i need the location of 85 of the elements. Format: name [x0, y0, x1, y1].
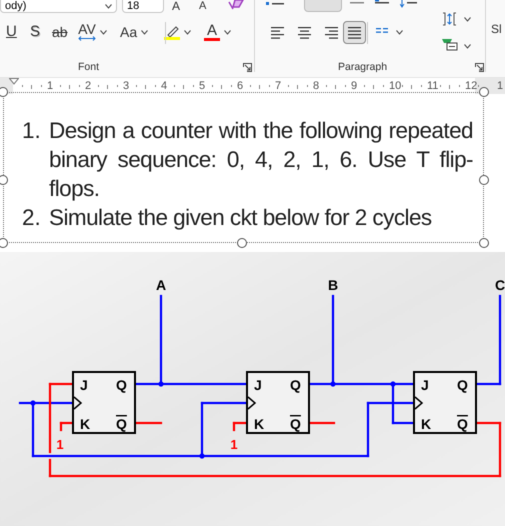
pin-label: K — [254, 416, 264, 432]
flip-flop — [413, 371, 477, 434]
ruler-number: 10 — [389, 79, 402, 93]
flip-flop — [72, 371, 136, 434]
ruler-number: 8 — [313, 79, 320, 93]
pin-label: J — [80, 377, 88, 393]
font-size-field[interactable]: 18 — [122, 0, 164, 13]
marker-icon — [165, 24, 179, 36]
align-button[interactable] — [343, 21, 366, 44]
list-number: 1. — [21, 117, 42, 145]
ruler-number: 5 — [199, 79, 206, 93]
ruler-number: 12 — [465, 79, 478, 93]
character-spacing-button[interactable]: AV — [78, 21, 107, 43]
list-icon[interactable] — [265, 0, 285, 8]
pin-label: Q — [457, 416, 468, 432]
paragraph-group-label: Paragraph — [338, 60, 388, 75]
flip-flop — [246, 371, 310, 434]
output-label: B — [328, 277, 338, 293]
ruler-number: 2 — [85, 79, 92, 93]
ruler-number: 9 — [351, 79, 358, 93]
align-icon — [297, 25, 312, 40]
pin-label: J — [254, 377, 262, 393]
font-group-label: Font — [78, 60, 100, 75]
junction-dot — [158, 381, 164, 387]
resize-handle[interactable] — [479, 175, 489, 185]
resize-handle[interactable] — [479, 238, 489, 248]
change-case-button[interactable]: Aa — [120, 21, 148, 43]
list-item-text: Design a counter with the following repeated binary sequence: 0, 4, 2, 1, 6. Use T flip-flops. — [49, 117, 473, 203]
shading-icon[interactable] — [442, 38, 458, 51]
ruler-number: 4 — [161, 79, 168, 93]
resize-handle[interactable] — [479, 87, 489, 97]
ruler-number: 1 — [497, 79, 504, 93]
chevron-icon — [184, 30, 191, 34]
chevron-icon — [396, 30, 403, 35]
eraser-icon[interactable] — [227, 0, 245, 10]
list-number: 2. — [21, 204, 42, 232]
strikethrough-button[interactable]: ab — [52, 21, 68, 43]
columns-icon[interactable] — [376, 28, 389, 36]
font-name-field[interactable]: ody) — [0, 0, 117, 13]
output-label: C — [494, 277, 505, 293]
ruler-number: 11 — [427, 79, 438, 93]
chevron-icon — [105, 4, 112, 8]
chevron-icon — [100, 30, 107, 34]
align-icon — [270, 25, 285, 40]
dialog-launcher-icon[interactable] — [243, 63, 252, 72]
align-icon — [347, 25, 362, 40]
junction-dot — [199, 453, 205, 459]
output-label: A — [156, 277, 166, 293]
indent-icon[interactable] — [375, 0, 391, 6]
pin-label: Q — [116, 416, 127, 432]
align-icon — [324, 25, 339, 40]
underline-button[interactable]: U — [6, 21, 17, 43]
double-arrow-icon — [78, 36, 96, 41]
constant-label: 1 — [230, 437, 238, 452]
chevron-icon — [464, 44, 471, 49]
resize-handle[interactable] — [0, 238, 8, 248]
pin-label: Q — [457, 377, 468, 393]
spacing-icon[interactable] — [442, 12, 457, 26]
chevron-icon — [224, 30, 231, 34]
ruler-number: 6 — [237, 79, 244, 93]
resize-handle[interactable] — [0, 175, 8, 185]
shrink-font-button[interactable]: A — [199, 0, 206, 12]
pin-label: Q — [116, 377, 127, 393]
shadow-button[interactable]: S — [30, 21, 40, 43]
list-item-text: Simulate the given ckt below for 2 cycles — [49, 204, 433, 232]
chevron-icon — [141, 30, 148, 34]
resize-handle[interactable] — [237, 238, 247, 248]
pin-label: K — [421, 416, 432, 432]
ruler-number: 1 — [47, 79, 54, 93]
pin-label: K — [80, 416, 90, 432]
pin-label: Q — [290, 377, 301, 393]
ribbon-label: Sl — [491, 21, 502, 38]
chevron-icon — [464, 17, 471, 22]
junction-dot — [390, 381, 396, 387]
font-color-button[interactable]: A — [204, 21, 231, 43]
dialog-launcher-icon[interactable] — [475, 63, 484, 72]
ruler-number: 3 — [123, 79, 130, 93]
pin-label: J — [421, 377, 429, 393]
resize-handle[interactable] — [0, 87, 8, 97]
grow-font-button[interactable]: A — [172, 0, 180, 13]
constant-label: 1 — [56, 437, 64, 452]
ruler-number: 7 — [275, 79, 282, 93]
pin-label: Q — [290, 416, 301, 432]
junction-dot — [30, 400, 36, 406]
junction-dot — [330, 381, 336, 387]
